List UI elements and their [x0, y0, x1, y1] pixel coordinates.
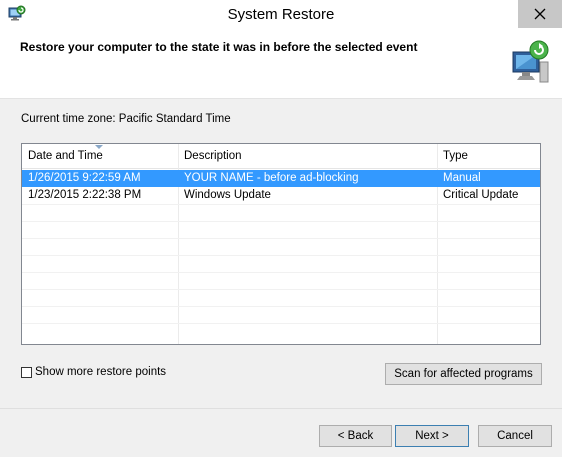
- column-header-description-label: Description: [184, 150, 242, 162]
- row-gridline: [22, 238, 540, 239]
- column-header-description[interactable]: Description: [178, 144, 438, 168]
- table-row[interactable]: 1/26/2015 9:22:59 AM YOUR NAME - before …: [22, 170, 540, 187]
- computer-restore-icon: [510, 38, 550, 86]
- timezone-label: Current time zone: Pacific Standard Time: [21, 113, 231, 125]
- row-description: YOUR NAME - before ad-blocking: [184, 172, 359, 184]
- scan-affected-programs-button[interactable]: Scan for affected programs: [385, 363, 542, 385]
- window-title: System Restore: [227, 6, 335, 23]
- row-type: Critical Update: [443, 189, 519, 201]
- row-gridline: [22, 323, 540, 324]
- column-header-date-label: Date and Time: [28, 150, 103, 162]
- wizard-header: Restore your computer to the state it wa…: [0, 30, 562, 99]
- cancel-button[interactable]: Cancel: [478, 425, 552, 447]
- title-bar: System Restore: [0, 0, 562, 31]
- row-gridline: [22, 221, 540, 222]
- column-header-type[interactable]: Type: [437, 144, 540, 168]
- back-button[interactable]: < Back: [319, 425, 392, 447]
- show-more-checkbox[interactable]: [21, 366, 32, 378]
- show-more-restore-points[interactable]: Show more restore points: [21, 366, 166, 378]
- close-button[interactable]: [518, 0, 562, 28]
- list-header: Date and Time Description Type: [22, 144, 540, 169]
- row-date: 1/23/2015 2:22:38 PM: [28, 189, 142, 201]
- row-gridline: [22, 272, 540, 273]
- sort-arrow-icon: [95, 145, 103, 149]
- show-more-label: Show more restore points: [35, 366, 167, 378]
- row-gridline: [22, 204, 540, 205]
- row-date: 1/26/2015 9:22:59 AM: [28, 172, 141, 184]
- row-gridline: [22, 255, 540, 256]
- column-header-type-label: Type: [443, 150, 468, 162]
- close-icon: [534, 8, 546, 20]
- row-gridline: [22, 306, 540, 307]
- table-row[interactable]: 1/23/2015 2:22:38 PM Windows Update Crit…: [22, 187, 540, 204]
- row-type: Manual: [443, 172, 481, 184]
- row-description: Windows Update: [184, 189, 271, 201]
- column-header-date[interactable]: Date and Time: [22, 144, 178, 168]
- next-button[interactable]: Next >: [395, 425, 469, 447]
- header-text: Restore your computer to the state it wa…: [20, 40, 418, 54]
- restore-points-list[interactable]: Date and Time Description Type 1/26/2015…: [21, 143, 541, 345]
- footer-divider: [0, 408, 562, 409]
- row-gridline: [22, 289, 540, 290]
